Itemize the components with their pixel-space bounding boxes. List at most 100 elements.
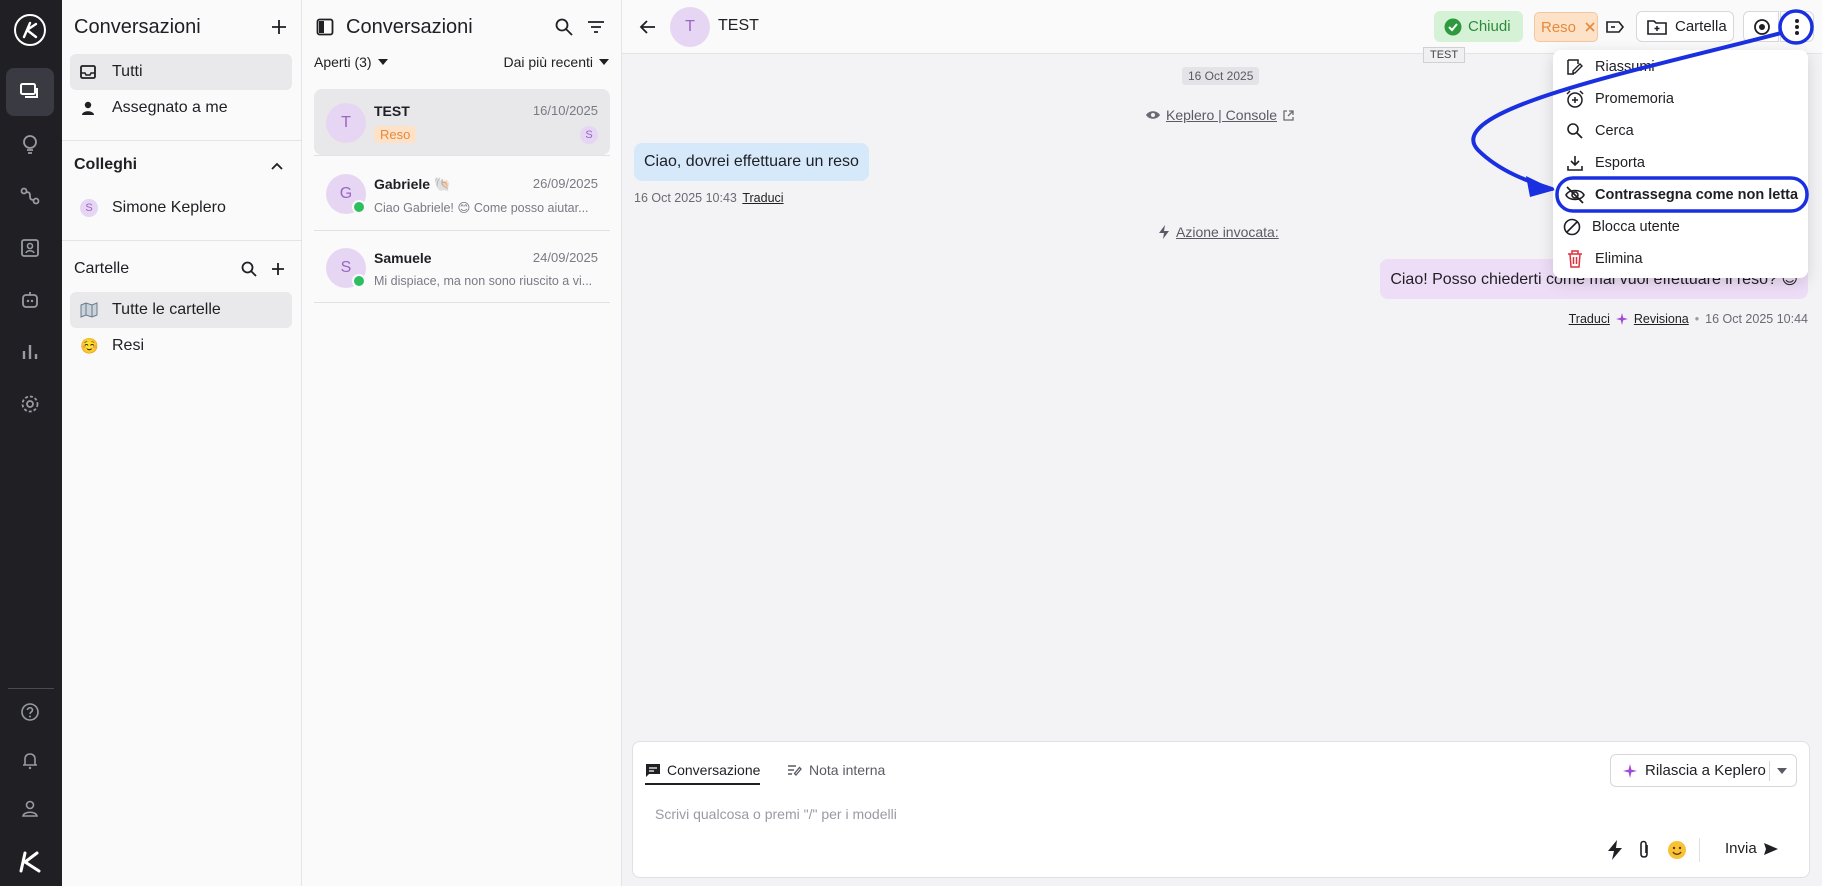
message-input[interactable]: Scrivi qualcosa o premi "/" per i modell… <box>655 806 897 822</box>
folder-add-icon <box>1647 19 1667 35</box>
conversation-preview: Ciao Gabriele! 😊 Come posso aiutar... <box>374 201 589 215</box>
bolt-icon[interactable] <box>1607 840 1625 860</box>
source-link[interactable]: Keplero | Console <box>1145 107 1295 123</box>
menu-item-mark-unread[interactable]: Contrassegna come non letta <box>1565 181 1801 209</box>
send-icon <box>1763 842 1778 855</box>
menu-item-delete[interactable]: Elimina <box>1565 245 1801 273</box>
add-icon[interactable] <box>268 16 290 38</box>
logo-icon[interactable] <box>6 6 54 54</box>
more-options-button[interactable] <box>1780 11 1814 42</box>
whatsapp-icon <box>352 200 366 214</box>
sort-dropdown[interactable]: Dai più recenti <box>504 54 609 70</box>
conversation-date: 24/09/2025 <box>532 250 598 265</box>
release-button[interactable]: Rilascia a Keplero <box>1610 754 1797 787</box>
bell-nav-icon[interactable] <box>6 736 54 784</box>
tab-label: Conversazione <box>667 762 761 778</box>
analytics-nav-icon[interactable] <box>6 328 54 376</box>
message-composer: Conversazione Nota interna Rilascia a Ke… <box>632 741 1810 878</box>
send-label: Invia <box>1725 840 1757 857</box>
conversation-item[interactable]: S Samuele 24/09/2025 Mi dispiace, ma non… <box>314 236 610 302</box>
close-icon[interactable] <box>1584 21 1596 33</box>
conversation-item[interactable]: T TEST 16/10/2025 Reso S <box>314 89 610 155</box>
menu-item-label: Cerca <box>1595 123 1634 139</box>
source-link-label: Keplero | Console <box>1166 107 1278 123</box>
colleague-item[interactable]: S Simone Keplero <box>70 190 292 226</box>
menu-item-reminder[interactable]: Promemoria <box>1565 85 1801 113</box>
folder-button[interactable]: Cartella <box>1636 11 1734 42</box>
inbox-panel: Conversazioni Tutti Assegnato a me Colle… <box>62 0 302 886</box>
search-icon[interactable] <box>554 17 574 37</box>
menu-item-summarize[interactable]: Riassumi <box>1565 53 1801 81</box>
more-options-menu: Riassumi Promemoria Cerca Esporta Contra… <box>1553 50 1808 278</box>
sparkle-icon <box>1623 763 1637 778</box>
search-icon <box>1565 121 1585 141</box>
flow-nav-icon[interactable] <box>6 172 54 220</box>
caret-down-icon <box>599 59 609 65</box>
avatar: S <box>80 199 98 217</box>
tab-note[interactable]: Nota interna <box>787 762 885 778</box>
folder-button-label: Cartella <box>1675 18 1727 35</box>
brand-logo-icon <box>6 844 54 880</box>
close-label: Chiudi <box>1468 18 1511 35</box>
review-link[interactable]: Revisiona <box>1634 312 1689 326</box>
tab-conversation[interactable]: Conversazione <box>645 762 761 785</box>
whatsapp-icon <box>352 274 366 288</box>
person-icon <box>80 99 102 117</box>
nav-item-assigned[interactable]: Assegnato a me <box>70 90 292 126</box>
filter-icon[interactable] <box>586 17 606 37</box>
action-invoked-label: Azione invocata: <box>1176 224 1279 240</box>
status-filter-dropdown[interactable]: Aperti (3) <box>314 54 388 70</box>
colleagues-title: Colleghi <box>74 156 138 173</box>
app-rail <box>0 0 62 886</box>
settings-nav-icon[interactable] <box>6 380 54 428</box>
bulb-nav-icon[interactable] <box>6 120 54 168</box>
tag-chip[interactable]: Reso <box>1534 12 1598 42</box>
caret-down-icon[interactable] <box>1777 768 1787 774</box>
translate-link[interactable]: Traduci <box>742 191 783 205</box>
help-nav-icon[interactable] <box>6 688 54 736</box>
attachment-icon[interactable] <box>1638 840 1652 860</box>
action-invoked[interactable]: Azione invocata: <box>1158 224 1279 240</box>
folder-label: Resi <box>112 337 145 354</box>
folder-item-all[interactable]: Tutte le cartelle <box>70 292 292 328</box>
chevron-up-icon[interactable] <box>268 157 286 175</box>
bot-nav-icon[interactable] <box>6 276 54 324</box>
tag-add-icon[interactable] <box>1600 12 1630 42</box>
add-folder-icon[interactable] <box>269 260 287 278</box>
emoji-icon[interactable] <box>1667 840 1687 860</box>
contact-name[interactable]: TEST <box>718 17 759 35</box>
menu-item-export[interactable]: Esporta <box>1565 149 1801 177</box>
external-link-icon <box>1283 109 1294 121</box>
conversation-date: 16/10/2025 <box>532 103 598 118</box>
download-icon <box>1565 153 1585 173</box>
folder-item-resi[interactable]: ☺️ Resi <box>70 328 292 364</box>
trash-icon <box>1565 249 1585 269</box>
back-arrow-icon[interactable] <box>637 16 659 38</box>
contacts-nav-icon[interactable] <box>6 224 54 272</box>
relieved-emoji-icon: ☺️ <box>80 338 99 355</box>
sidebar-toggle-icon[interactable] <box>316 18 334 36</box>
watch-button[interactable] <box>1743 11 1779 42</box>
block-icon <box>1562 217 1582 237</box>
panel-title: Conversazioni <box>74 16 201 38</box>
nav-item-tutti[interactable]: Tutti <box>70 54 292 90</box>
note-edit-icon <box>788 765 802 776</box>
menu-item-label: Elimina <box>1595 251 1643 267</box>
translate-link[interactable]: Traduci <box>1569 312 1610 326</box>
menu-item-label: Blocca utente <box>1592 219 1680 235</box>
sparkle-icon <box>1615 313 1628 325</box>
conversation-item[interactable]: G Gabriele 🐚 26/09/2025 Ciao Gabriele! 😊… <box>314 162 610 228</box>
chat-nav-icon[interactable] <box>6 68 54 116</box>
tag-chip-label: Reso <box>1541 18 1577 36</box>
message-time: 16 Oct 2025 10:43 <box>634 191 737 205</box>
profile-nav-icon[interactable] <box>6 784 54 832</box>
menu-item-search[interactable]: Cerca <box>1565 117 1801 145</box>
caret-down-icon <box>377 59 388 65</box>
tooltip: TEST <box>1423 47 1466 63</box>
eye-icon <box>1754 19 1770 35</box>
release-label: Rilascia a Keplero <box>1645 762 1766 779</box>
search-icon[interactable] <box>240 260 258 278</box>
menu-item-block[interactable]: Blocca utente <box>1562 213 1798 241</box>
send-button[interactable]: Invia <box>1725 840 1779 857</box>
close-conversation-button[interactable]: Chiudi <box>1434 11 1523 42</box>
